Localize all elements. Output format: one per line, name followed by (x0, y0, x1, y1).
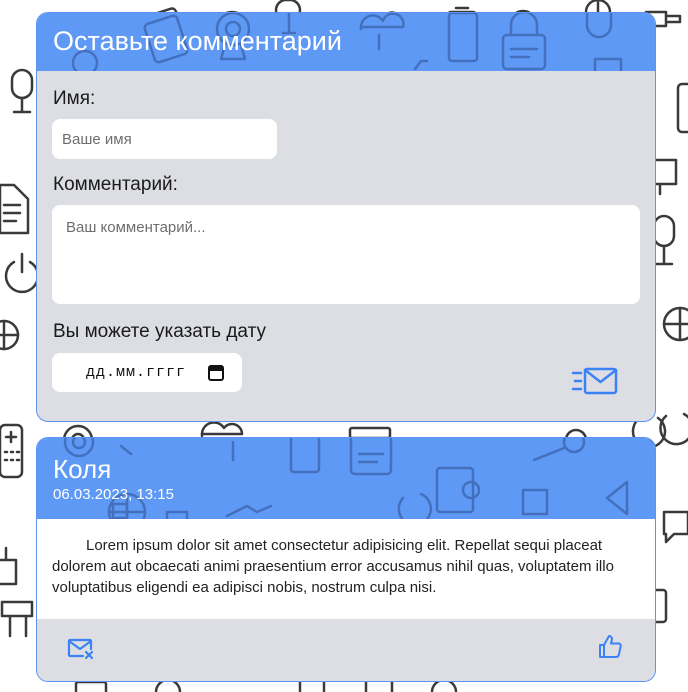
date-input[interactable]: дд.мм.гггг (52, 353, 242, 392)
comment-footer (37, 619, 655, 681)
calendar-icon[interactable] (208, 364, 224, 381)
date-label: Вы можете указать дату (53, 321, 266, 342)
remote-icon (0, 423, 24, 479)
date-placeholder: дд.мм.гггг (86, 364, 187, 381)
phone-icon (676, 82, 688, 134)
globe-icon (662, 306, 688, 342)
microphone-icon (652, 214, 676, 266)
form-header: Оставьте комментарий (37, 13, 655, 71)
comment-text: Lorem ipsum dolor sit amet consectetur a… (52, 537, 614, 596)
name-input[interactable] (52, 119, 277, 159)
comment-header: Коля 06.03.2023, 13:15 (37, 438, 655, 519)
comment-form: Оставьте комментарий Имя: Комментарий: В… (36, 12, 656, 422)
microphone-icon (10, 68, 34, 114)
joystick-icon (0, 546, 18, 586)
cloud-icon (200, 421, 244, 438)
mail-delete-icon[interactable] (67, 637, 95, 661)
document-icon (0, 183, 30, 235)
globe-icon (0, 319, 20, 351)
send-mail-icon[interactable] (571, 366, 619, 396)
power-icon (4, 252, 40, 294)
name-label: Имя: (53, 88, 96, 109)
comment-author: Коля (53, 454, 112, 484)
stand-icon (0, 600, 34, 638)
comment-card: Коля 06.03.2023, 13:15 Lorem ipsum dolor… (36, 437, 656, 682)
thumbs-up-icon[interactable] (597, 634, 623, 660)
header-pattern (63, 438, 655, 519)
chat-icon (662, 510, 688, 544)
form-title: Оставьте комментарий (53, 26, 342, 56)
comment-date: 06.03.2023, 13:15 (53, 486, 174, 503)
comment-input[interactable] (52, 205, 640, 304)
comment-label: Комментарий: (53, 174, 178, 195)
monitor-icon (652, 158, 678, 196)
